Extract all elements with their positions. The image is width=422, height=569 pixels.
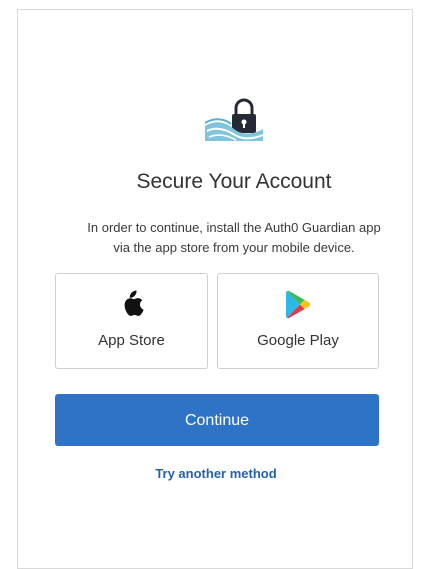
google-play-label: Google Play bbox=[257, 332, 339, 349]
google-play-button[interactable]: Google Play bbox=[217, 273, 379, 369]
description-line-2: via the app store from your mobile devic… bbox=[113, 240, 355, 255]
lock-waves-icon bbox=[204, 98, 264, 141]
app-store-label: App Store bbox=[98, 332, 165, 349]
page-title: Secure Your Account bbox=[136, 170, 332, 193]
app-store-button[interactable]: App Store bbox=[55, 273, 208, 369]
description-line-1: In order to continue, install the Auth0 … bbox=[87, 220, 381, 235]
continue-button[interactable]: Continue bbox=[55, 394, 379, 446]
google-play-icon bbox=[286, 290, 311, 319]
apple-icon bbox=[124, 290, 144, 316]
try-another-method-link[interactable]: Try another method bbox=[0, 466, 422, 481]
continue-label: Continue bbox=[184, 412, 250, 429]
description: In order to continue, install the Auth0 … bbox=[18, 218, 422, 258]
